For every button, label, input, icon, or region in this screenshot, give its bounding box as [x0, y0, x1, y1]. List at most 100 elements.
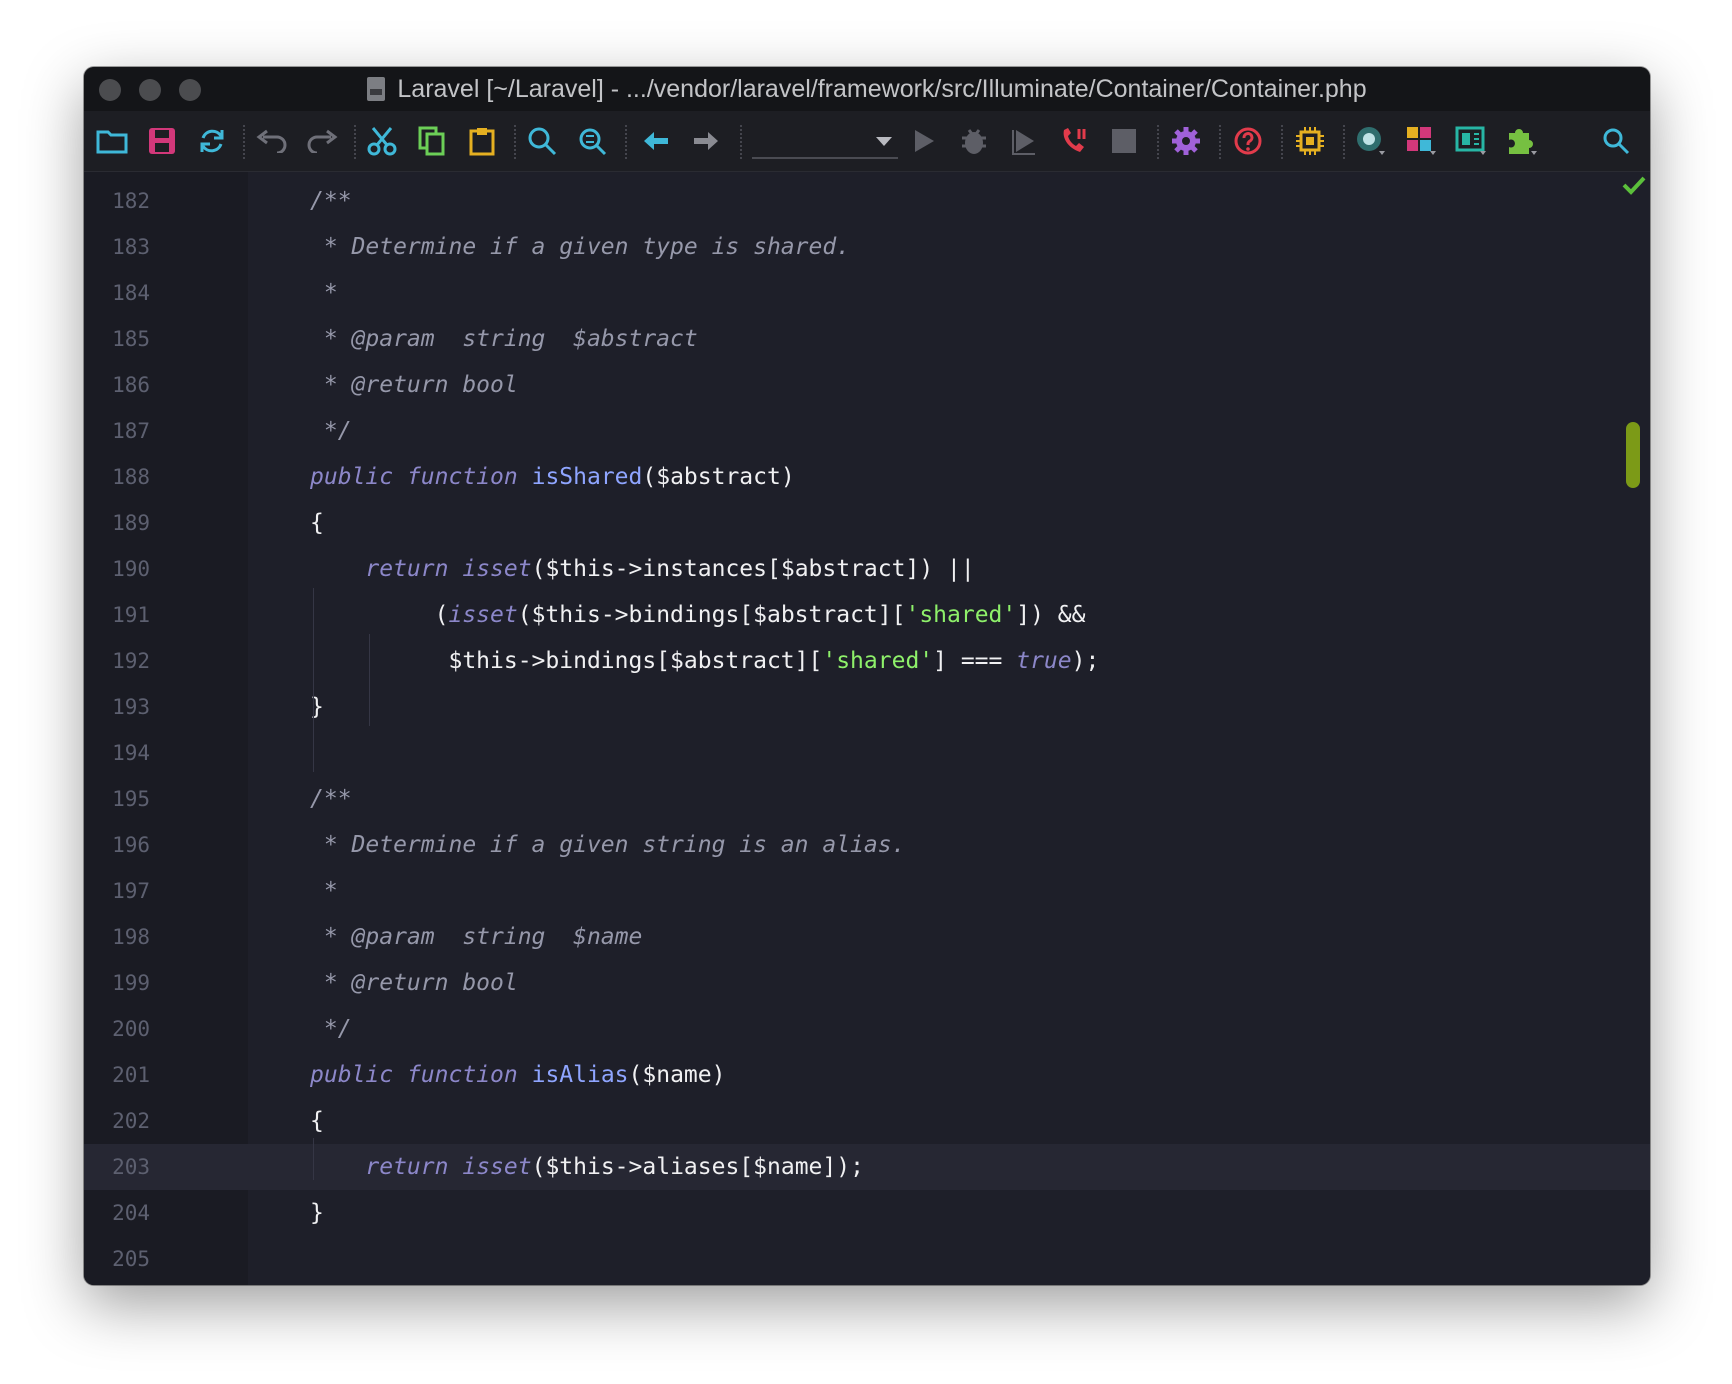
code-line-current[interactable]: 203 return isset($this->aliases[$name]); [84, 1144, 1650, 1190]
line-code: { [310, 500, 324, 546]
code-editor[interactable]: 182 /** 183 * Determine if a given type is… [84, 172, 1650, 1285]
line-number[interactable]: 193 [84, 684, 150, 730]
line-number[interactable]: 197 [84, 868, 150, 914]
undo-icon[interactable] [254, 123, 290, 159]
code-line[interactable]: 182 /** [84, 178, 1650, 224]
line-code: return isset($this->instances[$abstract]… [310, 546, 975, 592]
line-code: */ [310, 408, 352, 454]
line-number[interactable]: 188 [84, 454, 150, 500]
code-line[interactable]: 198 * @param string $name [84, 914, 1650, 960]
chevron-down-icon [876, 137, 892, 146]
code-line[interactable]: 189 { [84, 500, 1650, 546]
code-line[interactable]: 193} [84, 684, 1650, 730]
code-token: { [310, 1108, 324, 1134]
line-number[interactable]: 200 [84, 1006, 150, 1052]
code-token: * @param string $abstract [310, 326, 698, 352]
code-line[interactable]: 190 return isset($this->instances[$abstr… [84, 546, 1650, 592]
no-problems-check-icon[interactable] [1622, 175, 1646, 199]
line-number[interactable]: 194 [84, 730, 150, 776]
search-everywhere-icon[interactable] [1598, 123, 1634, 159]
line-code: * Determine if a given string is an alia… [310, 822, 906, 868]
code-line[interactable]: 202 { [84, 1098, 1650, 1144]
code-token: $this->bindings[$abstract][ [310, 648, 823, 674]
cut-icon[interactable] [364, 123, 400, 159]
code-line[interactable]: 199 * @return bool [84, 960, 1650, 1006]
listen-debug-icon[interactable] [1056, 123, 1092, 159]
help-icon[interactable] [1230, 123, 1266, 159]
line-code: * [310, 868, 338, 914]
open-folder-icon[interactable] [94, 123, 130, 159]
plugin-chip-icon[interactable] [1292, 123, 1328, 159]
code-line[interactable]: 185 * @param string $abstract [84, 316, 1650, 362]
code-line[interactable]: 191 (isset($this->bindings[$abstract]['s… [84, 592, 1650, 638]
line-code: * Determine if a given type is shared. [310, 224, 850, 270]
code-token: isShared [531, 464, 643, 490]
code-line[interactable]: 192 $this->bindings[$abstract]['shared']… [84, 638, 1650, 684]
code-line[interactable]: 186 * @return bool [84, 362, 1650, 408]
run-configuration-select[interactable] [752, 125, 898, 159]
code-line[interactable]: 204} [84, 1190, 1650, 1236]
code-token: /** [310, 786, 352, 812]
line-number[interactable]: 192 [84, 638, 150, 684]
line-number[interactable]: 202 [84, 1098, 150, 1144]
line-number[interactable]: 182 [84, 178, 150, 224]
line-number[interactable]: 205 [84, 1236, 150, 1282]
extension-icon[interactable] [1504, 123, 1540, 159]
step-icon[interactable] [1006, 123, 1042, 159]
layout-icon[interactable] [1454, 123, 1490, 159]
line-number[interactable]: 195 [84, 776, 150, 822]
code-line[interactable]: 188 public function isShared($abstract) [84, 454, 1650, 500]
line-number[interactable]: 191 [84, 592, 150, 638]
line-number[interactable]: 198 [84, 914, 150, 960]
line-number[interactable]: 201 [84, 1052, 150, 1098]
code-token: */ [310, 1016, 352, 1042]
line-number[interactable]: 196 [84, 822, 150, 868]
scrollbar-thumb[interactable] [1626, 422, 1640, 488]
copy-icon[interactable] [414, 123, 450, 159]
sync-icon[interactable] [194, 123, 230, 159]
debug-icon[interactable] [956, 123, 992, 159]
line-number[interactable]: 186 [84, 362, 150, 408]
save-icon[interactable] [144, 123, 180, 159]
line-code: } [310, 1190, 324, 1236]
database-icon[interactable] [1354, 123, 1390, 159]
line-number[interactable]: 203 [84, 1144, 150, 1190]
code-token: } [310, 1200, 324, 1226]
code-token: * [310, 878, 338, 904]
code-line[interactable]: 200 */ [84, 1006, 1650, 1052]
code-token: isset [462, 1154, 532, 1180]
code-line[interactable]: 187 */ [84, 408, 1650, 454]
settings-icon[interactable] [1168, 123, 1204, 159]
line-code: * @param string $name [310, 914, 643, 960]
code-line[interactable]: 194 [84, 730, 1650, 776]
structure-icon[interactable] [1404, 123, 1440, 159]
code-line[interactable]: 196 * Determine if a given string is an … [84, 822, 1650, 868]
forward-icon[interactable] [688, 123, 724, 159]
line-number[interactable]: 183 [84, 224, 150, 270]
code-line[interactable]: 184 * [84, 270, 1650, 316]
code-line[interactable]: 201 public function isAlias($name) [84, 1052, 1650, 1098]
replace-icon[interactable] [574, 123, 610, 159]
code-line[interactable]: 205 [84, 1236, 1650, 1282]
redo-icon[interactable] [304, 123, 340, 159]
stop-icon[interactable] [1106, 123, 1142, 159]
paste-icon[interactable] [464, 123, 500, 159]
code-line[interactable]: 183 * Determine if a given type is share… [84, 224, 1650, 270]
code-line[interactable]: 197 * [84, 868, 1650, 914]
code-token: isset [462, 556, 532, 582]
code-token: ($this->instances[$abstract]) || [531, 556, 975, 582]
line-number[interactable]: 199 [84, 960, 150, 1006]
find-icon[interactable] [524, 123, 560, 159]
code-line[interactable]: 195 /** [84, 776, 1650, 822]
run-icon[interactable] [906, 123, 942, 159]
line-code: * [310, 270, 338, 316]
line-number[interactable]: 204 [84, 1190, 150, 1236]
back-icon[interactable] [638, 123, 674, 159]
line-number[interactable]: 185 [84, 316, 150, 362]
line-number[interactable]: 190 [84, 546, 150, 592]
line-number[interactable]: 187 [84, 408, 150, 454]
line-number[interactable]: 184 [84, 270, 150, 316]
line-number[interactable]: 189 [84, 500, 150, 546]
